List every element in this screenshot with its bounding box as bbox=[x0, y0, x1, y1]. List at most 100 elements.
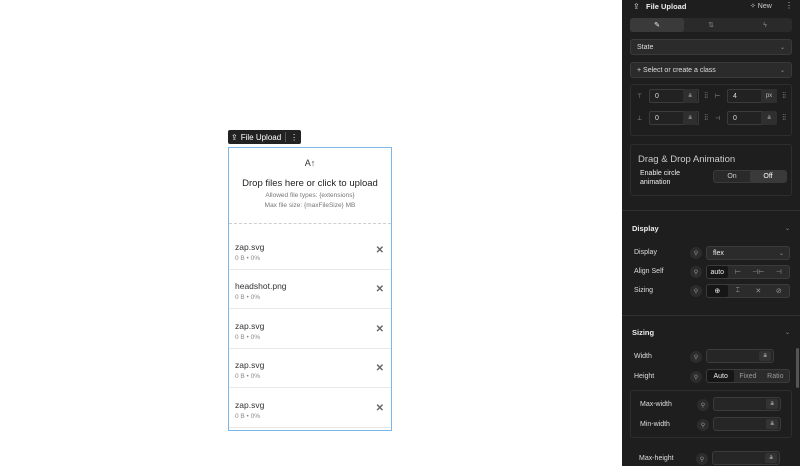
max-size-text: Max file size: {maxFileSize} MB bbox=[264, 202, 356, 209]
remove-file-icon[interactable]: ✕ bbox=[376, 284, 384, 295]
sizing-none[interactable]: ✕ bbox=[748, 285, 769, 297]
divider bbox=[622, 210, 800, 211]
allowed-types-text: Allowed file types: {extensions} bbox=[265, 192, 355, 199]
link-icon[interactable]: ⚲ bbox=[697, 399, 709, 411]
link-icon[interactable]: ⚲ bbox=[690, 247, 702, 259]
remove-file-icon[interactable]: ✕ bbox=[376, 363, 384, 374]
file-upload-component: A↑ Drop files here or click to upload Al… bbox=[228, 147, 392, 431]
height-label: Height bbox=[634, 373, 655, 380]
chevron-down-icon[interactable]: ⌄ bbox=[785, 225, 790, 232]
align-self-end[interactable]: ⊣ bbox=[769, 266, 790, 278]
panel-title: File Upload bbox=[646, 2, 687, 11]
margin-top-icon: ⊤ bbox=[637, 94, 643, 100]
sizing-segmented: ⊕ ⌶ ✕ ⊘ bbox=[706, 284, 790, 298]
upload-arrow-icon: A↑ bbox=[304, 158, 316, 168]
more-options-icon[interactable]: ⋮ bbox=[785, 1, 793, 10]
unit-toggle[interactable]: a bbox=[683, 89, 697, 103]
link-icon[interactable]: ⚲ bbox=[690, 351, 702, 363]
link-icon[interactable]: ⚲ bbox=[690, 266, 702, 278]
height-fixed[interactable]: Fixed bbox=[734, 370, 761, 382]
unit-toggle[interactable]: a bbox=[759, 351, 771, 361]
display-select[interactable]: flex ⌄ bbox=[706, 246, 790, 260]
tab-settings[interactable]: ⇅ bbox=[684, 18, 738, 32]
file-meta: 0 B • 0% bbox=[235, 373, 261, 380]
drag-handle-icon[interactable]: ⣿ bbox=[782, 92, 786, 99]
chevron-down-icon[interactable]: ⌄ bbox=[785, 329, 790, 336]
canvas: ⇪ File Upload ⋮ A↑ Drop files here or cl… bbox=[0, 0, 622, 466]
spacing-row: ⊤ 0 a ⣿ ⊢ 4 px ⣿ bbox=[631, 89, 793, 103]
drag-drop-animation-box: Drag & Drop Animation Enable circle anim… bbox=[630, 144, 792, 196]
align-self-start[interactable]: ⊢ bbox=[728, 266, 749, 278]
margin-bottom-icon: ⊥ bbox=[637, 116, 643, 122]
panel-scrollbar[interactable] bbox=[796, 348, 799, 388]
component-chip[interactable]: ⇪ File Upload ⋮ bbox=[228, 130, 302, 144]
dropzone-title: Drop files here or click to upload bbox=[242, 178, 378, 189]
remove-file-icon[interactable]: ✕ bbox=[376, 324, 384, 335]
link-icon[interactable]: ⚲ bbox=[697, 419, 709, 431]
sizing-disable[interactable]: ⊘ bbox=[769, 285, 790, 297]
max-height-input[interactable]: a bbox=[712, 451, 780, 465]
toggle-off[interactable]: Off bbox=[750, 171, 786, 182]
panel-header: ⇪ File Upload ✧ New ⋮ bbox=[622, 0, 800, 14]
new-button[interactable]: ✧ New bbox=[750, 2, 772, 10]
chip-separator bbox=[285, 132, 287, 142]
align-self-center[interactable]: ⊣⊢ bbox=[748, 266, 769, 278]
file-name: headshot.png bbox=[235, 281, 287, 291]
chevron-down-icon: ⌄ bbox=[779, 44, 785, 51]
file-name: zap.svg bbox=[235, 400, 265, 410]
unit-toggle[interactable]: a bbox=[683, 111, 697, 125]
tab-interactions[interactable]: ϟ bbox=[738, 18, 792, 32]
class-selector[interactable]: + Select or create a class ⌄ bbox=[630, 62, 792, 78]
circle-animation-label: Enable circle animation bbox=[640, 170, 681, 186]
width-input[interactable]: a bbox=[706, 349, 774, 363]
spacing-row: ⊥ 0 a ⣿ ⊣ 0 a ⣿ bbox=[631, 111, 793, 125]
height-segmented: Auto Fixed Ratio bbox=[706, 369, 790, 383]
chevron-down-icon: ⌄ bbox=[779, 67, 785, 74]
file-item: headshot.png 0 B • 0% ✕ bbox=[229, 273, 391, 309]
link-icon[interactable]: ⚲ bbox=[690, 371, 702, 383]
max-height-label: Max-height bbox=[639, 455, 674, 462]
align-self-segmented: auto ⊢ ⊣⊢ ⊣ bbox=[706, 265, 790, 279]
min-width-label: Min-width bbox=[640, 421, 670, 428]
tab-style[interactable]: ✎ bbox=[630, 18, 684, 32]
file-item: zap.svg 0 B • 0% ✕ bbox=[229, 234, 391, 270]
chevron-down-icon: ⌄ bbox=[778, 250, 784, 257]
unit-toggle[interactable]: a bbox=[766, 419, 778, 429]
component-chip-label: File Upload bbox=[240, 132, 282, 142]
toggle-on[interactable]: On bbox=[714, 171, 750, 182]
align-self-auto[interactable]: auto bbox=[707, 266, 728, 278]
circle-animation-toggle: On Off bbox=[713, 170, 787, 183]
unit-toggle[interactable]: px bbox=[761, 89, 777, 103]
unit-toggle[interactable]: a bbox=[766, 399, 778, 409]
drag-handle-icon[interactable]: ⣿ bbox=[782, 114, 786, 121]
state-dropdown[interactable]: State ⌄ bbox=[630, 39, 792, 55]
file-meta: 0 B • 0% bbox=[235, 413, 261, 420]
class-selector-label: + Select or create a class bbox=[637, 66, 716, 74]
remove-file-icon[interactable]: ✕ bbox=[376, 245, 384, 256]
drag-handle-icon[interactable]: ⣿ bbox=[704, 92, 708, 99]
file-name: zap.svg bbox=[235, 360, 265, 370]
height-auto[interactable]: Auto bbox=[707, 370, 735, 382]
height-ratio[interactable]: Ratio bbox=[762, 370, 789, 382]
max-width-input[interactable]: a bbox=[713, 397, 781, 411]
file-meta: 0 B • 0% bbox=[235, 294, 261, 301]
sizing-shrink[interactable]: ⌶ bbox=[728, 285, 749, 297]
width-label: Width bbox=[634, 353, 652, 360]
spacing-box: ⊤ 0 a ⣿ ⊢ 4 px ⣿ ⊥ 0 a ⣿ ⊣ 0 a ⣿ bbox=[630, 84, 792, 136]
unit-toggle[interactable]: a bbox=[761, 111, 777, 125]
drag-drop-title: Drag & Drop Animation bbox=[638, 154, 736, 165]
upload-icon: ⇪ bbox=[633, 2, 640, 11]
padding-left-icon: ⊢ bbox=[715, 94, 721, 100]
unit-toggle[interactable]: a bbox=[765, 453, 777, 463]
dropzone[interactable]: A↑ Drop files here or click to upload Al… bbox=[229, 148, 391, 224]
more-options-icon[interactable]: ⋮ bbox=[290, 133, 298, 142]
display-section-title[interactable]: Display bbox=[632, 224, 659, 233]
min-width-input[interactable]: a bbox=[713, 417, 781, 431]
drag-handle-icon[interactable]: ⣿ bbox=[704, 114, 708, 121]
remove-file-icon[interactable]: ✕ bbox=[376, 403, 384, 414]
sizing-section-title[interactable]: Sizing bbox=[632, 328, 654, 337]
panel-tabs: ✎ ⇅ ϟ bbox=[630, 18, 792, 32]
link-icon[interactable]: ⚲ bbox=[696, 453, 708, 465]
link-icon[interactable]: ⚲ bbox=[690, 285, 702, 297]
sizing-grow[interactable]: ⊕ bbox=[707, 285, 728, 297]
